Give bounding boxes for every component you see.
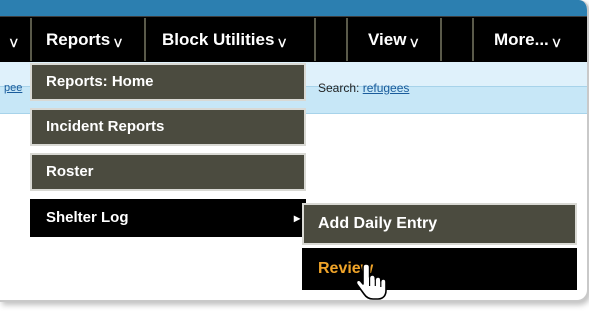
nav-block-utilities[interactable]: Block Utilities ᐯ bbox=[146, 18, 314, 61]
menu-item-shelter-log[interactable]: Shelter Log ▸ bbox=[30, 199, 306, 237]
app-window: ᐯ Reports ᐯ Block Utilities ᐯ View ᐯ More..… bbox=[0, 0, 589, 316]
nav-block-utilities-label: Block Utilities bbox=[162, 30, 275, 49]
nav-view[interactable]: View ᐯ bbox=[348, 18, 440, 61]
menu-item-label: Shelter Log bbox=[46, 209, 129, 226]
nav-reports[interactable]: Reports ᐯ bbox=[32, 18, 144, 61]
submenu-arrow-icon: ▸ bbox=[293, 211, 300, 225]
submenu-item-review[interactable]: Review bbox=[302, 248, 577, 290]
chevron-down-icon: ᐯ bbox=[278, 38, 286, 50]
menu-item-label: Incident Reports bbox=[46, 118, 165, 135]
nav-reports-label: Reports bbox=[46, 30, 111, 49]
submenu-item-label: Add Daily Entry bbox=[318, 215, 438, 232]
chevron-down-icon: ᐯ bbox=[410, 38, 418, 50]
nav-separator bbox=[440, 18, 442, 61]
hand-pointer-icon bbox=[355, 262, 390, 302]
chevron-down-icon: ᐯ bbox=[552, 38, 561, 50]
left-truncated-link[interactable]: pee bbox=[4, 82, 22, 94]
menu-item-incident-reports[interactable]: Incident Reports bbox=[30, 108, 306, 146]
nav-separator bbox=[314, 18, 316, 61]
search-label: Search: bbox=[318, 81, 360, 95]
menu-item-reports-home[interactable]: Reports: Home bbox=[30, 63, 306, 101]
chevron-down-icon: ᐯ bbox=[114, 38, 122, 50]
nav-more-label: More... bbox=[494, 30, 549, 49]
top-accent-bar bbox=[0, 0, 587, 16]
submenu-item-add-daily-entry[interactable]: Add Daily Entry bbox=[302, 203, 577, 245]
search-term-link[interactable]: refugees bbox=[363, 81, 410, 95]
nav-more[interactable]: More... ᐯ bbox=[474, 18, 587, 61]
nav-view-label: View bbox=[368, 30, 407, 49]
menu-item-label: Reports: Home bbox=[46, 73, 154, 90]
menu-item-label: Roster bbox=[46, 163, 94, 180]
menu-item-roster[interactable]: Roster bbox=[30, 153, 306, 191]
chevron-down-icon: ᐯ bbox=[10, 38, 18, 50]
nav-item-partial[interactable]: ᐯ bbox=[2, 18, 26, 61]
search-summary: Search: refugees bbox=[318, 81, 409, 95]
